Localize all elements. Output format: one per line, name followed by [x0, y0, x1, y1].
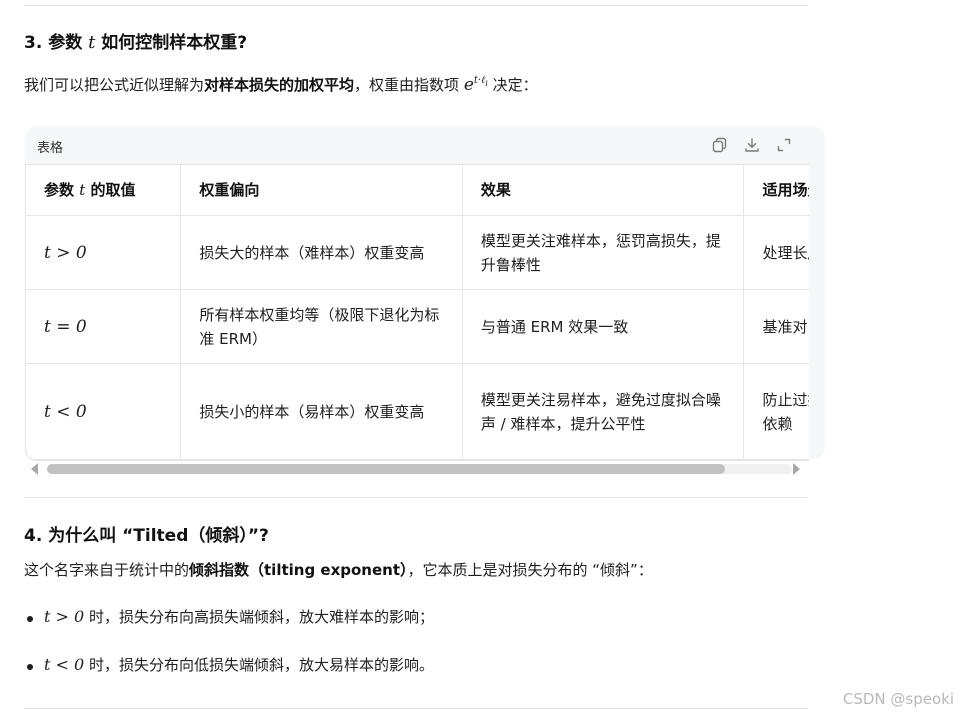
- effect-cell: 模型更关注难样本，惩罚高损失，提升鲁棒性: [462, 215, 745, 290]
- csdn-watermark: CSDN @speoki: [842, 690, 954, 708]
- tilt-bullet-list: t > 0 时，损失分布向高损失端倾斜，放大难样本的影响； t < 0 时，损失…: [24, 606, 434, 702]
- header-param-t: 参数 t 的取值: [26, 165, 182, 216]
- table-scroll-viewport[interactable]: 参数 t 的取值 权重偏向 效果 适用场景 t > 0 损失大的样本（难样本）权…: [25, 164, 809, 461]
- copy-icon[interactable]: [711, 136, 729, 154]
- section3-paragraph: 我们可以把公式近似理解为对样本损失的加权平均，权重由指数项 et·ℓi 决定：: [24, 75, 538, 95]
- section4-heading: 4. 为什么叫 “Tilted（倾斜）”?: [24, 526, 269, 546]
- expand-icon[interactable]: [775, 136, 793, 154]
- comparison-table: 参数 t 的取值 权重偏向 效果 适用场景 t > 0 损失大的样本（难样本）权…: [26, 165, 809, 460]
- bottom-divider: [24, 708, 808, 709]
- horizontal-scrollbar[interactable]: [25, 461, 808, 477]
- section3-heading: 3. 参数 t 如何控制样本权重?: [24, 32, 248, 53]
- weight-cell: 损失大的样本（难样本）权重变高: [180, 215, 463, 290]
- scenario-cell: 处理长尾数据、对抗样本、分布偏移: [743, 215, 809, 290]
- header-scenario: 适用场景: [743, 165, 809, 216]
- table-card: 表格 参数 t 的取值 权重偏向 效果 适用场景 t > 0: [25, 126, 825, 461]
- weighted-average-emphasis: 对样本损失的加权平均: [204, 76, 355, 94]
- cond-cell: t > 0: [26, 215, 182, 290]
- scenario-cell: 基准对比: [743, 289, 809, 364]
- top-divider: [24, 5, 808, 6]
- cond-cell: t < 0: [26, 363, 182, 460]
- list-item: t < 0 时，损失分布向低损失端倾斜，放大易样本的影响。: [24, 654, 434, 678]
- tilting-exponent-emphasis: 倾斜指数（tilting exponent）: [189, 561, 408, 579]
- exponent-term: et·ℓi: [463, 75, 488, 95]
- weight-cell: 所有样本权重均等（极限下退化为标准 ERM）: [180, 289, 463, 364]
- cond-cell: t = 0: [26, 289, 182, 364]
- section4-paragraph: 这个名字来自于统计中的倾斜指数（tilting exponent），它本质上是对…: [24, 561, 653, 579]
- scenario-cell: 防止过拟合、减少对少数极端样本的依赖: [743, 363, 809, 460]
- table-header-row: 参数 t 的取值 权重偏向 效果 适用场景: [26, 165, 809, 216]
- weight-cell: 损失小的样本（易样本）权重变高: [180, 363, 463, 460]
- header-weight-bias: 权重偏向: [180, 165, 463, 216]
- effect-cell: 与普通 ERM 效果一致: [462, 289, 745, 364]
- table-card-header: 表格: [25, 126, 809, 164]
- section-divider: [24, 497, 808, 498]
- scrollbar-thumb[interactable]: [47, 464, 725, 474]
- scroll-right-icon[interactable]: [793, 463, 800, 475]
- table-card-title: 表格: [37, 141, 64, 156]
- table-row: t > 0 损失大的样本（难样本）权重变高 模型更关注难样本，惩罚高损失，提升鲁…: [26, 215, 809, 290]
- table-row: t < 0 损失小的样本（易样本）权重变高 模型更关注易样本，避免过度拟合噪声 …: [26, 363, 809, 460]
- header-effect: 效果: [462, 165, 745, 216]
- table-row: t = 0 所有样本权重均等（极限下退化为标准 ERM） 与普通 ERM 效果一…: [26, 289, 809, 364]
- effect-cell: 模型更关注易样本，避免过度拟合噪声 / 难样本，提升公平性: [462, 363, 745, 460]
- list-item: t > 0 时，损失分布向高损失端倾斜，放大难样本的影响；: [24, 606, 434, 630]
- scroll-left-icon[interactable]: [31, 463, 38, 475]
- download-icon[interactable]: [743, 136, 761, 154]
